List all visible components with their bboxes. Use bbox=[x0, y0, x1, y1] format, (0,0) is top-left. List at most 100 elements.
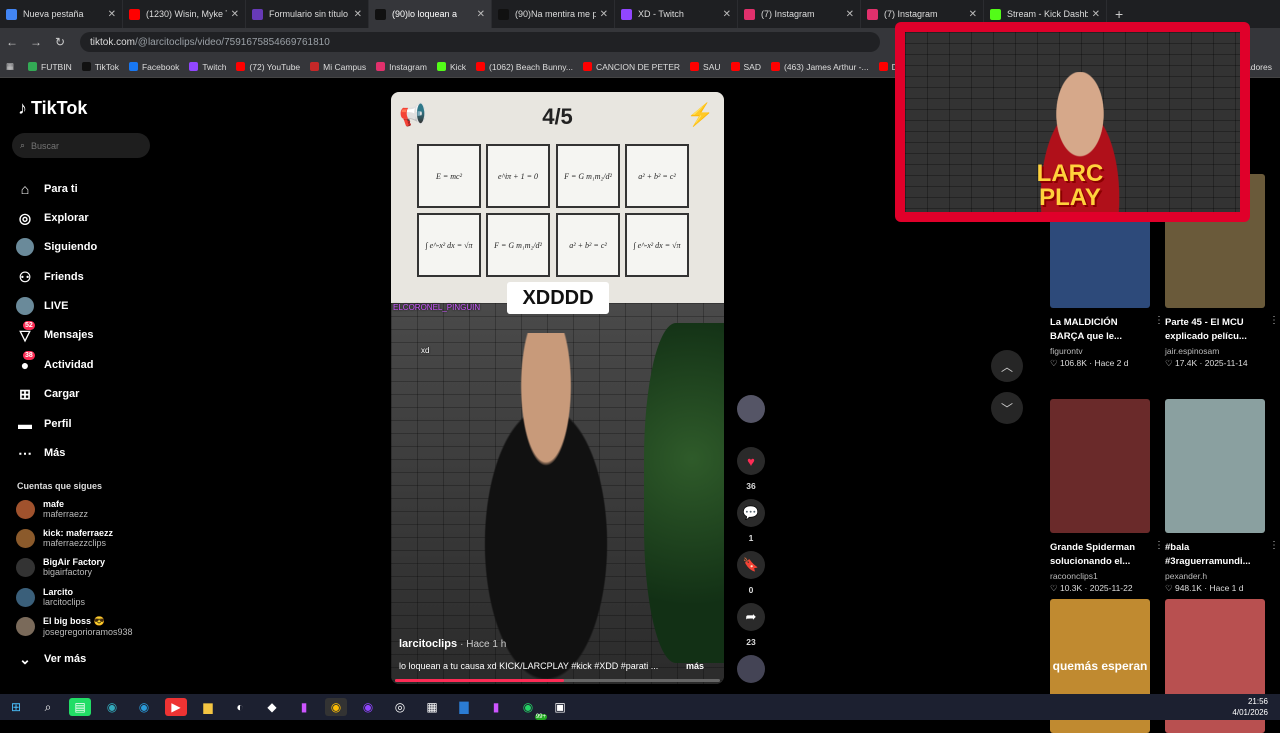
related-video-author: racoonclips1 bbox=[1050, 571, 1098, 581]
close-icon[interactable]: ✕ bbox=[1092, 9, 1100, 20]
sidebar-item-friends[interactable]: ⚇ Friends bbox=[16, 268, 84, 286]
app-icon[interactable]: ▮ bbox=[293, 698, 315, 716]
app-icon[interactable]: ◎ bbox=[389, 698, 411, 716]
bookmark-item[interactable]: (1062) Beach Bunny... bbox=[476, 62, 573, 72]
back-icon[interactable]: ← bbox=[0, 35, 24, 49]
close-icon[interactable]: ✕ bbox=[723, 9, 731, 20]
bookmark-item[interactable]: (72) YouTube bbox=[236, 62, 300, 72]
bookmark-favicon-icon bbox=[189, 62, 199, 71]
chrome-icon[interactable]: ◉ bbox=[325, 698, 347, 716]
tiktok-logo[interactable]: ♪ TikTok bbox=[18, 98, 87, 119]
app-icon[interactable]: ◉ bbox=[357, 698, 379, 716]
related-video-card[interactable]: Grande Spiderman solucionando el... racoo… bbox=[1050, 399, 1164, 594]
bookmark-item[interactable]: CANCION DE PETER bbox=[582, 62, 680, 72]
save-button[interactable]: 🔖 0 bbox=[734, 551, 768, 595]
like-button[interactable]: ♥ 36 bbox=[734, 447, 768, 491]
more-options-icon[interactable]: ⋮ bbox=[1154, 315, 1164, 326]
close-icon[interactable]: ✕ bbox=[969, 9, 977, 20]
sidebar-item-cargar[interactable]: ⊞ Cargar bbox=[16, 385, 79, 403]
bookmark-item[interactable]: Instagram bbox=[376, 62, 427, 72]
compass-icon: ◎ bbox=[18, 209, 32, 226]
app-icon[interactable]: ▣ bbox=[549, 698, 571, 716]
browser-tab[interactable]: Formulario sin título ✕ bbox=[246, 0, 369, 28]
app-icon[interactable]: ▶ bbox=[165, 698, 187, 716]
browser-tab[interactable]: (7) Instagram ✕ bbox=[738, 0, 861, 28]
close-icon[interactable]: ✕ bbox=[846, 9, 854, 20]
sidebar-item-para-ti[interactable]: ⌂ Para ti bbox=[16, 180, 78, 198]
bookmark-item[interactable]: FUTBIN bbox=[28, 62, 72, 72]
new-tab-icon[interactable]: + bbox=[1115, 6, 1123, 22]
tab-favicon-icon bbox=[498, 8, 509, 20]
app-icon[interactable]: ◆ bbox=[261, 698, 283, 716]
more-link[interactable]: más bbox=[686, 661, 704, 671]
bookmark-item[interactable]: Twitch bbox=[189, 62, 226, 72]
edge-icon[interactable]: ◉ bbox=[133, 698, 155, 716]
bookmark-item[interactable]: TikTok bbox=[81, 62, 119, 72]
close-icon[interactable]: ✕ bbox=[108, 9, 116, 20]
comment-button[interactable]: 💬 1 bbox=[734, 499, 768, 543]
reload-icon[interactable]: ↻ bbox=[48, 35, 72, 49]
followed-account[interactable]: kick: maferraezz maferraezzclips bbox=[16, 528, 113, 548]
video-player[interactable]: 4/5 📢 ⚡ E = mc² e^iπ + 1 = 0F = G m₁m₂/d²… bbox=[391, 92, 724, 684]
share-button[interactable]: ➦ 23 bbox=[734, 603, 768, 647]
question-counter: 4/5 bbox=[542, 104, 573, 129]
search-icon[interactable]: ⌕ bbox=[37, 698, 59, 716]
more-options-icon[interactable]: ⋮ bbox=[1269, 315, 1279, 326]
search-input[interactable] bbox=[31, 140, 132, 151]
bookmark-item[interactable]: SAU bbox=[690, 62, 721, 72]
sidebar-item-mensajes[interactable]: ▽ 52 Mensajes bbox=[16, 321, 94, 344]
bookmark-item[interactable]: Mi Campus bbox=[310, 62, 366, 72]
apps-icon[interactable]: ▦ bbox=[6, 61, 14, 72]
see-more-button[interactable]: ⌄ Ver más bbox=[16, 650, 86, 668]
app-icon[interactable]: ▮ bbox=[485, 698, 507, 716]
followed-account[interactable]: Larcito larcitoclips bbox=[16, 587, 85, 607]
close-icon[interactable]: ✕ bbox=[231, 9, 239, 20]
browser-tab[interactable]: (90)Na mentira me p ✕ bbox=[492, 0, 615, 28]
more-options-icon[interactable]: ⋮ bbox=[1269, 540, 1279, 551]
more-options-icon[interactable]: ⋮ bbox=[1154, 540, 1164, 551]
close-icon[interactable]: ✕ bbox=[600, 9, 608, 20]
windows-start-icon[interactable]: ⊞ bbox=[5, 698, 27, 716]
browser-tab[interactable]: (90)lo loquean a ✕ bbox=[369, 0, 492, 28]
video-progress-bar[interactable] bbox=[395, 679, 720, 682]
followed-account[interactable]: El big boss 😎 josegregorioramos938 bbox=[16, 616, 133, 637]
store-icon[interactable]: ▤ bbox=[69, 698, 91, 716]
calculator-icon[interactable]: ▦ bbox=[421, 698, 443, 716]
bookmark-item[interactable]: Facebook bbox=[128, 62, 179, 72]
browser-tab[interactable]: (1230) Wisin, Myke T ✕ bbox=[123, 0, 246, 28]
whatsapp-icon[interactable]: ◉ 99+ bbox=[517, 698, 547, 720]
app-icon[interactable]: ◐ bbox=[229, 698, 251, 716]
creator-avatar[interactable] bbox=[734, 395, 768, 423]
video-thumbnail[interactable] bbox=[1165, 399, 1265, 533]
bookmark-item[interactable]: (463) James Arthur -... bbox=[771, 62, 869, 72]
sidebar-item-siguiendo[interactable]: Siguiendo bbox=[16, 238, 97, 256]
sidebar-item-perfil[interactable]: ▬ Perfil bbox=[16, 415, 72, 433]
sidebar-item-live[interactable]: LIVE bbox=[16, 297, 68, 315]
bookmark-item[interactable]: Kick bbox=[436, 62, 466, 72]
search-box[interactable]: ⌕ bbox=[12, 133, 150, 158]
video-author[interactable]: larcitoclips · Hace 1 h bbox=[399, 638, 506, 650]
folder-icon[interactable]: ▆ bbox=[197, 698, 219, 716]
forward-icon[interactable]: → bbox=[24, 35, 48, 49]
sidebar-item-actividad[interactable]: ● 38 Actividad bbox=[16, 351, 94, 374]
video-thumbnail[interactable] bbox=[1050, 399, 1150, 533]
comment-count: 1 bbox=[748, 533, 754, 543]
sound-avatar[interactable] bbox=[734, 655, 768, 683]
previous-video-button[interactable]: ︿ bbox=[991, 350, 1023, 382]
browser-tab[interactable]: Nueva pestaña ✕ bbox=[0, 0, 123, 28]
followed-account[interactable]: mafe maferraezz bbox=[16, 499, 88, 519]
close-icon[interactable]: ✕ bbox=[477, 9, 485, 20]
word-icon[interactable]: ▇ bbox=[453, 698, 475, 716]
address-bar[interactable]: tiktok.com/@larcitoclips/video/759167585… bbox=[80, 32, 880, 52]
followed-account[interactable]: BigAir Factory bigairfactory bbox=[16, 557, 105, 577]
edge-icon[interactable]: ◉ bbox=[101, 698, 123, 716]
close-icon[interactable]: ✕ bbox=[354, 9, 362, 20]
sidebar-item-explorar[interactable]: ◎ Explorar bbox=[16, 209, 89, 227]
sidebar-item-mas[interactable]: ⋯ Más bbox=[16, 444, 65, 462]
related-video-card[interactable]: #bala #3raguerramundi... pexander.h ♡ 948.… bbox=[1165, 399, 1279, 594]
system-clock[interactable]: 21:56 4/01/2026 bbox=[1232, 696, 1268, 718]
next-video-button[interactable]: ﹀ bbox=[991, 392, 1023, 424]
browser-tab[interactable]: XD - Twitch ✕ bbox=[615, 0, 738, 28]
bookmark-favicon-icon bbox=[690, 62, 700, 71]
bookmark-item[interactable]: SAD bbox=[730, 62, 761, 72]
